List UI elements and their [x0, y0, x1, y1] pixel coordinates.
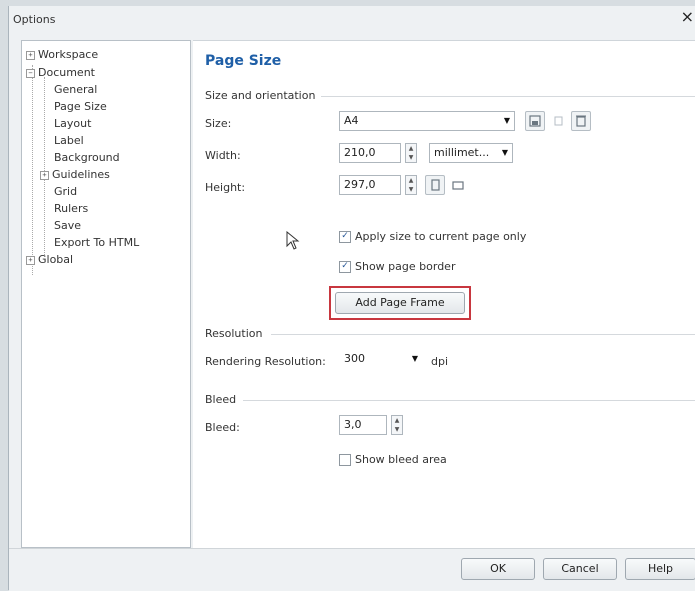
section-heading-size: Size and orientation — [205, 89, 316, 102]
spin-up-icon[interactable]: ▲ — [392, 416, 402, 425]
tree-item-label: Label — [54, 134, 84, 147]
tree-item-global[interactable]: + Global — [26, 252, 73, 268]
tree-item-label: Page Size — [54, 100, 107, 113]
title-bar: Options × — [9, 6, 695, 32]
bleed-label: Bleed: — [205, 421, 240, 434]
section-divider — [243, 400, 695, 401]
tree-connector — [32, 65, 33, 275]
tree-item-save[interactable]: Save — [54, 218, 81, 234]
tree-item-label: General — [54, 83, 98, 96]
close-icon[interactable]: × — [681, 8, 694, 26]
size-label: Size: — [205, 117, 232, 130]
tree-item-label: Rulers — [54, 202, 89, 215]
mouse-cursor-icon — [286, 231, 300, 250]
show-bleed-area-checkbox[interactable] — [339, 454, 351, 466]
bleed-input[interactable]: 3,0 — [339, 415, 387, 435]
size-value: A4 — [344, 114, 359, 127]
trash-icon — [576, 115, 586, 127]
rendering-resolution-value: 300 — [344, 352, 365, 365]
tree-item-guidelines[interactable]: + Guidelines — [40, 167, 110, 183]
help-button[interactable]: Help — [625, 558, 695, 580]
tree-item-label: Save — [54, 219, 82, 232]
height-label: Height: — [205, 181, 246, 194]
dialog-footer: OK Cancel Help — [9, 548, 695, 591]
width-label: Width: — [205, 149, 241, 162]
page-size-panel: Page Size Size and orientation Size: A4 … — [193, 40, 695, 549]
options-dialog: Options × + Workspace − Document General P… — [8, 6, 695, 591]
tree-item-export-html[interactable]: Export To HTML — [54, 235, 139, 251]
tree-item-page-size[interactable]: Page Size — [54, 99, 107, 115]
expand-icon[interactable]: + — [26, 255, 35, 265]
save-preset-icon — [529, 115, 541, 127]
units-dropdown[interactable]: millimet... ▼ — [429, 143, 513, 163]
apply-current-page-checkbox[interactable]: ✓ — [339, 231, 351, 243]
tree-item-label: Layout — [54, 117, 92, 130]
section-divider — [271, 334, 695, 335]
tree-item-label: Background — [54, 151, 120, 164]
tree-item-label: Global — [38, 253, 74, 266]
expand-icon[interactable]: + — [40, 170, 49, 180]
chevron-down-icon: ▼ — [501, 148, 508, 157]
show-bleed-area-option[interactable]: Show bleed area — [339, 453, 447, 466]
width-stepper[interactable]: ▲ ▼ — [405, 143, 417, 163]
collapse-icon[interactable]: − — [26, 68, 35, 78]
spin-down-icon[interactable]: ▼ — [392, 425, 402, 434]
ok-button[interactable]: OK — [461, 558, 535, 580]
checkbox-label: Apply size to current page only — [355, 230, 527, 243]
section-heading-resolution: Resolution — [205, 327, 263, 340]
section-divider — [321, 96, 695, 97]
landscape-button[interactable] — [448, 175, 468, 195]
rendering-resolution-dropdown[interactable]: 300 ▼ — [339, 349, 423, 369]
spin-up-icon[interactable]: ▲ — [406, 144, 416, 153]
width-input[interactable]: 210,0 — [339, 143, 401, 163]
spin-down-icon[interactable]: ▼ — [406, 153, 416, 162]
tree-item-label: Export To HTML — [54, 236, 140, 249]
dialog-title: Options — [13, 13, 56, 26]
tree-item-general[interactable]: General — [54, 82, 97, 98]
size-dropdown[interactable]: A4 ▼ — [339, 111, 515, 131]
checkbox-label: Show bleed area — [355, 453, 447, 466]
chevron-down-icon: ▼ — [503, 116, 510, 125]
add-page-frame-button[interactable]: Add Page Frame — [335, 292, 465, 314]
options-tree: + Workspace − Document General Page Size L… — [21, 40, 191, 548]
rendering-resolution-label: Rendering Resolution: — [205, 355, 326, 368]
cancel-button[interactable]: Cancel — [543, 558, 617, 580]
tree-item-label: Document — [38, 66, 95, 79]
tree-item-rulers[interactable]: Rulers — [54, 201, 88, 217]
tree-item-workspace[interactable]: + Workspace — [26, 47, 98, 63]
page-icon — [554, 116, 563, 126]
apply-current-page-option[interactable]: ✓ Apply size to current page only — [339, 230, 526, 243]
height-value: 297,0 — [344, 178, 376, 191]
tree-item-grid[interactable]: Grid — [54, 184, 77, 200]
chevron-down-icon: ▼ — [411, 354, 418, 363]
portrait-icon — [431, 179, 440, 191]
checkbox-label: Show page border — [355, 260, 456, 273]
expand-icon[interactable]: + — [26, 50, 35, 60]
page-title: Page Size — [205, 53, 282, 69]
show-page-border-option[interactable]: ✓ Show page border — [339, 260, 455, 273]
units-value: millimet... — [434, 146, 490, 159]
delete-preset-button[interactable] — [571, 111, 591, 131]
section-heading-bleed: Bleed — [205, 393, 237, 406]
reset-preset-button[interactable] — [548, 111, 568, 131]
tree-item-label: Workspace — [38, 48, 99, 61]
bleed-value: 3,0 — [344, 418, 362, 431]
tree-item-label: Guidelines — [52, 168, 110, 181]
tree-item-label: Grid — [54, 185, 78, 198]
tree-item-document[interactable]: − Document — [26, 65, 95, 81]
portrait-button[interactable] — [425, 175, 445, 195]
spin-up-icon[interactable]: ▲ — [406, 176, 416, 185]
tree-item-label-page[interactable]: Label — [54, 133, 84, 149]
save-preset-button[interactable] — [525, 111, 545, 131]
tree-item-background[interactable]: Background — [54, 150, 120, 166]
bleed-stepper[interactable]: ▲ ▼ — [391, 415, 403, 435]
width-value: 210,0 — [344, 146, 376, 159]
landscape-icon — [452, 181, 464, 190]
tree-item-layout[interactable]: Layout — [54, 116, 91, 132]
dpi-unit: dpi — [431, 355, 449, 368]
show-page-border-checkbox[interactable]: ✓ — [339, 261, 351, 273]
spin-down-icon[interactable]: ▼ — [406, 185, 416, 194]
height-stepper[interactable]: ▲ ▼ — [405, 175, 417, 195]
height-input[interactable]: 297,0 — [339, 175, 401, 195]
